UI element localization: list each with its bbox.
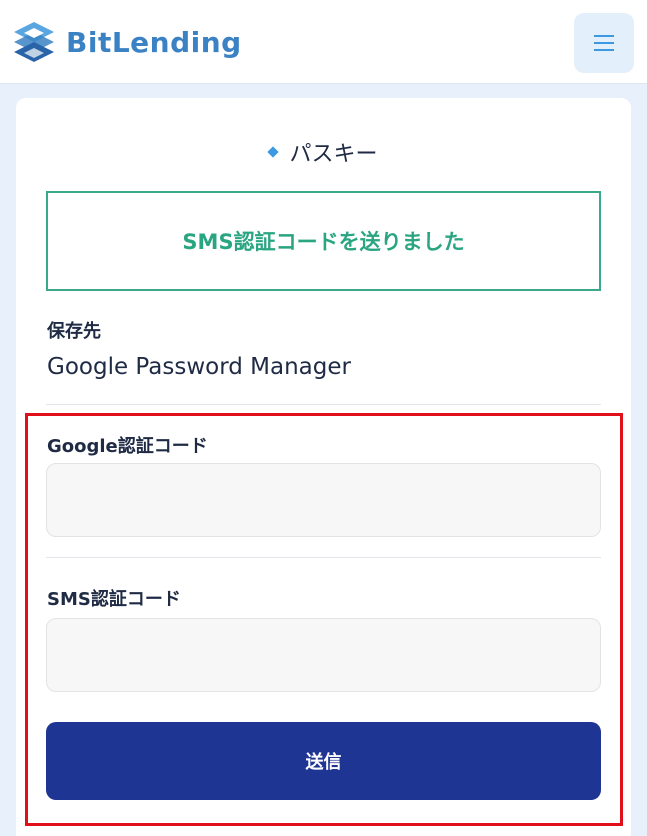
sms-code-label: SMS認証コード	[47, 589, 181, 610]
storage-label: 保存先	[47, 321, 101, 342]
section-title: パスキー	[0, 136, 647, 168]
hamburger-menu-icon	[594, 35, 614, 51]
divider	[46, 404, 601, 405]
google-code-label: Google認証コード	[47, 436, 208, 457]
brand-name: BitLending	[66, 25, 242, 59]
sms-code-input[interactable]	[46, 618, 601, 692]
submit-button[interactable]: 送信	[46, 722, 601, 800]
divider	[46, 557, 601, 558]
storage-value: Google Password Manager	[47, 354, 351, 380]
diamond-bullet-icon	[267, 146, 280, 158]
menu-button[interactable]	[574, 13, 634, 73]
sms-sent-notice: SMS認証コードを送りました	[46, 191, 601, 291]
app-header: BitLending	[0, 0, 647, 84]
section-title-text: パスキー	[289, 142, 378, 167]
google-code-input[interactable]	[46, 463, 601, 537]
notice-text: SMS認証コードを送りました	[182, 230, 465, 254]
logo-icon	[14, 22, 54, 62]
brand-logo[interactable]: BitLending	[12, 20, 242, 64]
